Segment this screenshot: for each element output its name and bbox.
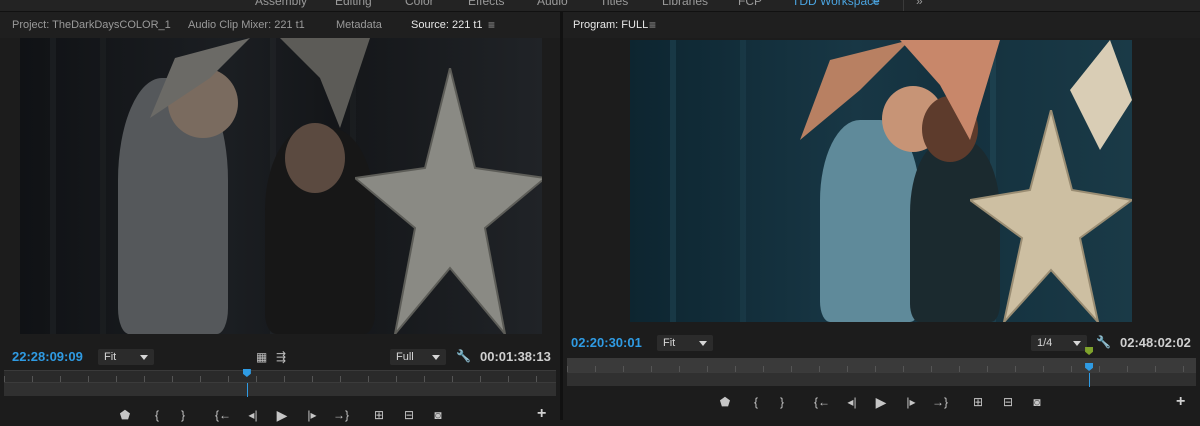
- curtain-fold: [50, 38, 56, 334]
- source-transport-controls: ⬟ { } {← ◂| ▶ |▸ →} ⊞ ⊟ ◙ +: [0, 404, 560, 426]
- step-back-icon[interactable]: ◂|: [841, 391, 863, 413]
- paper-star-decoration: [280, 38, 370, 128]
- go-to-out-icon[interactable]: →}: [929, 391, 951, 413]
- mark-in-icon[interactable]: {: [146, 404, 168, 426]
- insert-icon[interactable]: ⊞: [967, 391, 989, 413]
- paper-star-decoration: [900, 40, 1000, 140]
- source-zoom-dropdown[interactable]: Fit: [98, 349, 154, 365]
- workspace-color[interactable]: Color: [405, 0, 434, 8]
- film-icon[interactable]: ▦: [256, 350, 267, 364]
- workspace-overflow-icon[interactable]: »: [916, 0, 923, 8]
- source-resolution-dropdown[interactable]: Full: [390, 349, 446, 365]
- program-panel-menu-icon[interactable]: ≡: [649, 12, 656, 38]
- program-timecode-row: 02:20:30:01 Fit 1/4 🔧 02:48:02:02: [563, 330, 1200, 354]
- step-forward-icon[interactable]: |▸: [301, 404, 323, 426]
- workspace-libraries[interactable]: Libraries: [662, 0, 708, 8]
- workspace-menu-icon[interactable]: ≡: [872, 0, 879, 8]
- chevron-down-icon: [432, 355, 440, 360]
- paper-star-decoration: [150, 38, 250, 118]
- camera-icon[interactable]: ◙: [1026, 391, 1048, 413]
- program-monitor-content: 02:20:30:01 Fit 1/4 🔧 02:48:02:02 ⬟ { } …: [563, 38, 1200, 420]
- source-zoom-scrollbar[interactable]: [4, 382, 556, 397]
- insert-icon[interactable]: ⊞: [368, 404, 390, 426]
- source-playhead-line: [246, 383, 248, 397]
- program-monitor-panel: Program: FULL ≡ 02:20:30:01 Fit 1/4 🔧 02…: [563, 12, 1200, 420]
- go-to-in-icon[interactable]: {←: [811, 391, 833, 413]
- mark-out-icon[interactable]: }: [771, 391, 793, 413]
- program-tabbar: Program: FULL ≡: [563, 12, 1200, 38]
- tab-project[interactable]: Project: TheDarkDaysCOLOR_1: [12, 12, 171, 38]
- curtain-fold: [670, 40, 676, 322]
- tab-audio-clip-mixer[interactable]: Audio Clip Mixer: 221 t1: [188, 12, 305, 38]
- program-transport-controls: ⬟ { } {← ◂| ▶ |▸ →} ⊞ ⊟ ◙ +: [563, 391, 1200, 413]
- source-time-ruler[interactable]: [4, 369, 556, 382]
- workspace-titles[interactable]: Titles: [600, 0, 628, 8]
- program-resolution-value: 1/4: [1037, 337, 1053, 349]
- program-zoom-value: Fit: [663, 337, 676, 349]
- mark-out-icon[interactable]: }: [172, 404, 194, 426]
- workspace-fcp[interactable]: FCP: [738, 0, 762, 8]
- curtain-fold: [100, 38, 106, 334]
- go-to-in-icon[interactable]: {←: [212, 404, 234, 426]
- program-video-frame: [630, 40, 1132, 322]
- go-to-out-icon[interactable]: →}: [330, 404, 352, 426]
- overwrite-icon[interactable]: ⊟: [997, 391, 1019, 413]
- marker-icon[interactable]: ⬟: [714, 391, 736, 413]
- source-tabbar: Project: TheDarkDaysCOLOR_1 Audio Clip M…: [0, 12, 560, 38]
- mark-in-icon[interactable]: {: [745, 391, 767, 413]
- workspace-assembly[interactable]: Assembly: [255, 0, 307, 8]
- play-icon[interactable]: ▶: [870, 391, 892, 413]
- workspace-bar: Assembly Editing Color Effects Audio Tit…: [0, 0, 1200, 12]
- waveform-icon[interactable]: ⇶: [276, 350, 286, 364]
- program-current-timecode[interactable]: 02:20:30:01: [571, 335, 642, 350]
- workspace-divider: [903, 0, 904, 11]
- wrench-icon[interactable]: 🔧: [456, 349, 471, 363]
- source-monitor-panel: Project: TheDarkDaysCOLOR_1 Audio Clip M…: [0, 12, 560, 423]
- source-monitor-content: 22:28:09:09 Fit ▦ ⇶ Full 🔧 00:01:38:13 ⬟…: [0, 38, 560, 423]
- workspace-effects[interactable]: Effects: [468, 0, 504, 8]
- workspace-audio[interactable]: Audio: [537, 0, 568, 8]
- camera-icon[interactable]: ◙: [427, 404, 449, 426]
- program-zoom-dropdown[interactable]: Fit: [657, 335, 713, 351]
- source-current-timecode[interactable]: 22:28:09:09: [12, 349, 83, 364]
- overwrite-icon[interactable]: ⊟: [398, 404, 420, 426]
- program-time-ruler[interactable]: [567, 347, 1196, 372]
- program-resolution-dropdown[interactable]: 1/4: [1031, 335, 1087, 351]
- source-resolution-value: Full: [396, 351, 414, 363]
- marker-icon[interactable]: ⬟: [114, 404, 136, 426]
- chevron-down-icon: [140, 355, 148, 360]
- tab-source[interactable]: Source: 221 t1: [411, 12, 483, 38]
- wrench-icon[interactable]: 🔧: [1096, 335, 1111, 349]
- step-back-icon[interactable]: ◂|: [242, 404, 264, 426]
- program-playhead-line: [1089, 373, 1091, 387]
- source-panel-menu-icon[interactable]: ≡: [488, 12, 495, 38]
- chevron-down-icon: [699, 341, 707, 346]
- source-timecode-row: 22:28:09:09 Fit ▦ ⇶ Full 🔧 00:01:38:13: [0, 344, 560, 368]
- source-video-frame: [20, 38, 542, 334]
- program-zoom-scrollbar[interactable]: [567, 372, 1196, 387]
- workspace-tdd[interactable]: TDD Workspace: [792, 0, 880, 8]
- tab-program[interactable]: Program: FULL: [573, 12, 648, 38]
- plus-icon[interactable]: +: [537, 405, 546, 423]
- source-duration-timecode: 00:01:38:13: [480, 349, 551, 364]
- paper-star-decoration: [800, 40, 910, 140]
- curtain-fold: [740, 40, 746, 322]
- paper-star-decoration: [1070, 40, 1132, 150]
- paper-star-decoration: [355, 68, 542, 334]
- source-zoom-value: Fit: [104, 351, 117, 363]
- play-icon[interactable]: ▶: [271, 404, 293, 426]
- chevron-down-icon: [1073, 341, 1081, 346]
- workspace-editing[interactable]: Editing: [335, 0, 372, 8]
- plus-icon[interactable]: +: [1176, 393, 1185, 411]
- woman-head: [285, 123, 345, 193]
- tab-metadata[interactable]: Metadata: [336, 12, 382, 38]
- step-forward-icon[interactable]: |▸: [900, 391, 922, 413]
- program-duration-timecode: 02:48:02:02: [1120, 335, 1191, 350]
